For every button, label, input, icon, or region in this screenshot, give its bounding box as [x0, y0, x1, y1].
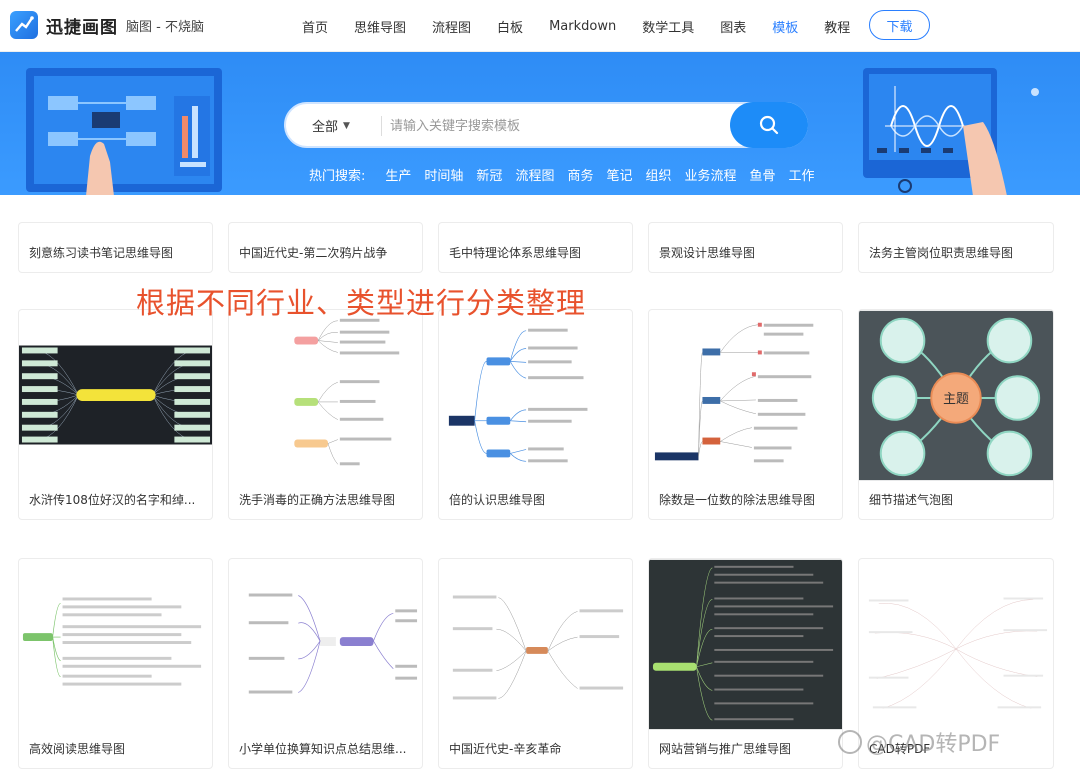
template-card[interactable]: 中国近代史-第二次鸦片战争: [228, 222, 423, 273]
nav-math-tools[interactable]: 数学工具: [642, 17, 694, 36]
search-input[interactable]: [390, 112, 710, 140]
nav-flowchart[interactable]: 流程图: [432, 17, 471, 36]
watermark-text: @CAD转PDF: [866, 732, 1001, 757]
watermark: @CAD转PDF: [838, 726, 1000, 758]
template-card-title: 景观设计思维导图: [659, 246, 756, 260]
template-card[interactable]: 刻意练习读书笔记思维导图: [18, 222, 213, 273]
search-icon: [759, 115, 779, 135]
hot-search-item[interactable]: 生产: [385, 165, 411, 184]
template-card-title: 毛中特理论体系思维导图: [449, 246, 582, 260]
hot-search-item[interactable]: 流程图: [515, 165, 554, 184]
search-divider: [381, 116, 382, 136]
template-card-title: 法务主管岗位职责思维导图: [869, 246, 1014, 260]
template-card-title: 中国近代史-辛亥革命: [449, 742, 562, 756]
hot-search-item[interactable]: 鱼骨: [750, 165, 776, 184]
template-card[interactable]: 主题 细节描述气泡图: [858, 309, 1054, 520]
hot-search-label: 热门搜索:: [309, 169, 366, 184]
template-card-title: 刻意练习读书笔记思维导图: [29, 246, 174, 260]
template-card[interactable]: 法务主管岗位职责思维导图: [858, 222, 1054, 273]
hot-search-item[interactable]: 商务: [567, 165, 593, 184]
template-card[interactable]: 中国近代史-辛亥革命: [438, 558, 633, 769]
template-thumbnail: [452, 595, 624, 700]
nav-tutorials[interactable]: 教程: [824, 17, 850, 36]
nav-home[interactable]: 首页: [302, 17, 328, 36]
template-thumbnail: [19, 345, 212, 445]
top-navbar: 迅捷画图 脑图 - 不烧脑 首页 思维导图 流程图 白板 Markdown 数学…: [0, 0, 1080, 52]
download-button[interactable]: 下载: [869, 10, 930, 40]
hot-search-item[interactable]: 组织: [645, 165, 671, 184]
template-card-title: 除数是一位数的除法思维导图: [659, 493, 816, 507]
template-thumbnail: [654, 322, 814, 463]
watermark-icon: [838, 730, 862, 754]
template-card[interactable]: 景观设计思维导图: [648, 222, 843, 273]
hot-search-item[interactable]: 笔记: [606, 165, 632, 184]
template-card-title: 水浒传108位好汉的名字和绰...: [29, 493, 196, 507]
main-nav: 首页 思维导图 流程图 白板 Markdown 数学工具 图表 模板 教程: [302, 0, 876, 52]
template-card-title: 洗手消毒的正确方法思维导图: [239, 493, 396, 507]
search-box: 全部 ▼: [284, 102, 808, 148]
template-card-title: 网站营销与推广思维导图: [659, 742, 792, 756]
template-thumbnail: 主题: [859, 310, 1053, 481]
hot-search-item[interactable]: 工作: [789, 165, 815, 184]
brand-tagline: 脑图 - 不烧脑: [126, 19, 204, 35]
template-card[interactable]: 倍的认识思维导图: [438, 309, 633, 520]
template-card-title: 高效阅读思维导图: [29, 742, 126, 756]
template-card[interactable]: 高效阅读思维导图: [18, 558, 213, 769]
template-card[interactable]: 网站营销与推广思维导图: [648, 558, 843, 769]
template-thumbnail: [22, 597, 202, 686]
math-board-illustration: [863, 68, 1039, 195]
logo-icon: [10, 11, 38, 39]
template-card-title: 倍的认识思维导图: [449, 493, 546, 507]
hot-search-item[interactable]: 时间轴: [424, 165, 463, 184]
template-card[interactable]: 小学单位换算知识点总结思维...: [228, 558, 423, 769]
brand-logo[interactable]: 迅捷画图 脑图 - 不烧脑: [10, 11, 204, 39]
bubble-center-topic: 主题: [943, 392, 969, 407]
hot-search-item[interactable]: 新冠: [476, 165, 502, 184]
template-thumbnail: [868, 597, 1048, 709]
hot-searches: 热门搜索: 生产 时间轴 新冠 流程图 商务 笔记 组织 业务流程 鱼骨 工作: [309, 165, 828, 184]
template-card-title: 中国近代史-第二次鸦片战争: [239, 246, 388, 260]
nav-mindmap[interactable]: 思维导图: [354, 17, 406, 36]
brand-name: 迅捷画图: [46, 17, 118, 38]
nav-whiteboard[interactable]: 白板: [497, 17, 523, 36]
nav-markdown[interactable]: Markdown: [549, 19, 616, 34]
template-card[interactable]: 水浒传108位好汉的名字和绰...: [18, 309, 213, 520]
template-card-title: 小学单位换算知识点总结思维...: [239, 742, 407, 756]
mindmap-board-illustration: [26, 68, 222, 195]
overlay-caption: 根据不同行业、类型进行分类整理: [136, 286, 587, 320]
template-thumbnail: [294, 318, 400, 466]
search-banner: 全部 ▼ 热门搜索: 生产 时间轴 新冠 流程图 商务 笔记 组织 业务流程 鱼…: [0, 52, 1080, 195]
nav-templates[interactable]: 模板: [772, 17, 798, 36]
nav-charts[interactable]: 图表: [720, 17, 746, 36]
template-card-title: 细节描述气泡图: [869, 493, 954, 507]
template-card[interactable]: 除数是一位数的除法思维导图: [648, 309, 843, 520]
template-thumbnail: [448, 328, 588, 463]
template-card[interactable]: 毛中特理论体系思维导图: [438, 222, 633, 273]
hot-search-item[interactable]: 业务流程: [685, 165, 737, 184]
search-scope-label: 全部: [312, 120, 339, 135]
template-card[interactable]: 洗手消毒的正确方法思维导图: [228, 309, 423, 520]
search-scope-select[interactable]: 全部 ▼: [312, 116, 350, 135]
search-button[interactable]: [730, 102, 808, 148]
template-thumbnail: [248, 593, 418, 694]
template-thumbnail: [649, 559, 842, 730]
chevron-down-icon: ▼: [343, 120, 350, 131]
